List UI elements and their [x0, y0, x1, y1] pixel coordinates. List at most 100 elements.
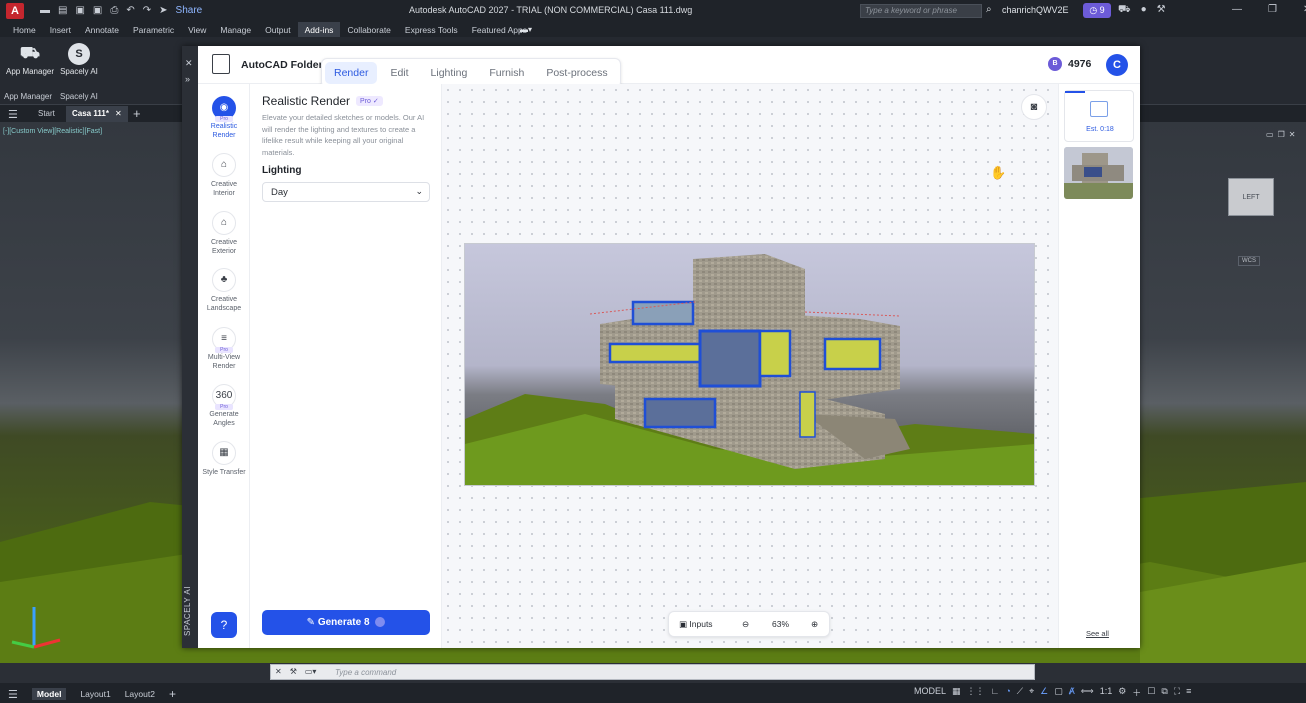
print-icon[interactable]: ⎙	[110, 5, 118, 16]
ribbon-tab-output[interactable]: Output	[258, 22, 298, 37]
tool-realistic-render[interactable]: ◉ Pro Realistic Render	[198, 96, 250, 140]
notification-badge[interactable]: ◷ 9	[1083, 3, 1111, 18]
folder-name[interactable]: AutoCAD Folder	[241, 59, 323, 71]
isodraft-icon[interactable]: ⟋	[1017, 686, 1023, 699]
command-line[interactable]: ✕ ⚒ ▭▾ Type a command	[270, 664, 1035, 680]
workspace-gear-icon[interactable]: ⚙	[1118, 686, 1126, 699]
saveas-icon[interactable]: ▣	[93, 5, 102, 16]
open-icon[interactable]: ▤	[58, 5, 67, 16]
model-space-toggle[interactable]: MODEL	[914, 686, 946, 699]
see-all-link[interactable]: See all	[1086, 629, 1109, 638]
hamburger-menu-icon[interactable]: ☰	[8, 108, 18, 121]
inputs-button[interactable]: ▣ Inputs	[679, 619, 713, 630]
osnap-icon[interactable]: ⌖	[1029, 686, 1034, 699]
command-input[interactable]: Type a command	[335, 668, 396, 677]
tools-icon[interactable]: ⚒	[1157, 4, 1166, 17]
user-menu[interactable]: chanrichQWV2E	[1002, 5, 1069, 15]
view-label[interactable]: [-][Custom View][Realistic][Fast]	[3, 128, 102, 135]
search-icon[interactable]: ⌕	[986, 4, 992, 15]
avatar[interactable]: C	[1106, 54, 1128, 76]
zoom-in-icon[interactable]: ⊕	[811, 619, 818, 630]
minimize-icon[interactable]: —	[1232, 4, 1242, 15]
search-input[interactable]: Type a keyword or phrase	[860, 4, 982, 18]
redo-icon[interactable]: ↷	[143, 5, 151, 16]
polar-icon[interactable]: ◔	[1005, 686, 1010, 699]
share-label[interactable]: Share	[176, 5, 203, 16]
save-icon[interactable]: ▣	[75, 5, 84, 16]
ribbon-tab-manage[interactable]: Manage	[213, 22, 258, 37]
tab-current-drawing[interactable]: Casa 111* ✕	[66, 106, 128, 122]
isolate-objects-icon[interactable]: ⧉	[1161, 686, 1167, 699]
annotation-visibility-icon[interactable]: Ⱥ	[1069, 686, 1075, 699]
ribbon-tab-add-ins[interactable]: Add-ins	[297, 22, 341, 37]
ribbon-tab-parametric[interactable]: Parametric	[126, 22, 181, 37]
credit-balance[interactable]: B 4976	[1048, 57, 1091, 71]
tab-furnish[interactable]: Furnish	[480, 62, 533, 84]
new-tab-icon[interactable]: +	[133, 106, 141, 121]
tab-layout1[interactable]: Layout1	[80, 689, 110, 699]
customize-icon[interactable]: ⚒	[290, 667, 297, 676]
generate-button[interactable]: ✎ Generate 8	[262, 610, 430, 635]
snap-icon[interactable]: ⋮⋮	[967, 686, 985, 699]
camera-icon[interactable]: ◙	[1021, 94, 1047, 120]
lighting-select[interactable]: Day ⌄	[262, 182, 430, 202]
tab-model[interactable]: Model	[31, 688, 67, 700]
tab-render[interactable]: Render	[325, 62, 378, 84]
ribbon-tab-collaborate[interactable]: Collaborate	[340, 22, 397, 37]
view-cube[interactable]: LEFT	[1228, 178, 1274, 216]
pending-render-card[interactable]: Est. 0:18	[1064, 90, 1134, 142]
tool-creative-landscape[interactable]: ♣ Creative Landscape	[198, 268, 250, 313]
ribbon-tab-express-tools[interactable]: Express Tools	[398, 22, 465, 37]
tool-style-transfer[interactable]: ▦ Style Transfer	[198, 441, 250, 477]
tool-label: Realistic Render	[210, 123, 238, 139]
tab-edit[interactable]: Edit	[381, 62, 417, 84]
clean-screen-icon[interactable]: ⛶	[1174, 686, 1180, 699]
tab-layout2[interactable]: Layout2	[125, 689, 155, 699]
undo-icon[interactable]: ↶	[126, 5, 134, 16]
app-manager-button[interactable]: ⛟ App Manager	[4, 43, 56, 76]
close-tab-icon[interactable]: ✕	[115, 109, 122, 118]
wcs-menu[interactable]: WCS	[1238, 256, 1260, 266]
help-button[interactable]: ?	[211, 612, 237, 638]
cart-icon[interactable]: ⛟	[1118, 4, 1131, 17]
image-icon: ▣	[679, 619, 690, 629]
restore-icon[interactable]: ❐	[1268, 4, 1277, 15]
vp-close-icon[interactable]: ✕	[1289, 130, 1296, 139]
ribbon-tab-home[interactable]: Home	[6, 22, 43, 37]
vp-minimize-icon[interactable]: ▭	[1266, 130, 1274, 139]
new-icon[interactable]: ▬	[40, 5, 50, 16]
tool-creative-exterior[interactable]: ⌂ Creative Exterior	[198, 211, 250, 256]
annotation-monitor-icon[interactable]: ＋	[1132, 686, 1141, 699]
vp-restore-icon[interactable]: ❐	[1278, 130, 1285, 139]
palette-close-icon[interactable]: ✕	[185, 58, 193, 69]
units-icon[interactable]: ☐	[1147, 686, 1155, 699]
tab-start[interactable]: Start	[38, 109, 55, 118]
annotation-scale[interactable]: 1:1	[1100, 686, 1113, 699]
zoom-out-icon[interactable]: ⊖	[742, 619, 749, 630]
help-icon[interactable]: ●	[1141, 4, 1147, 17]
tab-lighting[interactable]: Lighting	[422, 62, 477, 84]
ribbon-tab-view[interactable]: View	[181, 22, 213, 37]
hamburger-menu-icon[interactable]: ☰	[8, 688, 18, 701]
add-layout-icon[interactable]: +	[169, 687, 176, 701]
selection-cycling-icon[interactable]: ▢	[1054, 686, 1063, 699]
tool-multi-view-render[interactable]: ≡ Pro Multi-View Render	[198, 327, 250, 371]
share-icon[interactable]: ➤	[159, 5, 167, 16]
autocad-logo-icon[interactable]: A	[6, 3, 24, 19]
recent-commands-icon[interactable]: ▭▾	[305, 667, 317, 676]
palette-autohide-icon[interactable]: »	[185, 74, 190, 84]
ortho-icon[interactable]: ∟	[991, 686, 1000, 699]
history-thumbnail[interactable]	[1064, 147, 1133, 199]
ribbon-tab-annotate[interactable]: Annotate	[78, 22, 126, 37]
otrack-icon[interactable]: ∠	[1040, 686, 1048, 699]
tab-post-process[interactable]: Post-process	[537, 62, 616, 84]
customization-icon[interactable]: ≡	[1186, 686, 1191, 699]
autoscale-icon[interactable]: ⟺	[1081, 686, 1094, 699]
ribbon-tab-insert[interactable]: Insert	[43, 22, 78, 37]
tool-generate-angles[interactable]: 360 Pro Generate Angles	[198, 384, 250, 428]
close-icon[interactable]: ✕	[275, 667, 282, 676]
tool-creative-interior[interactable]: ⌂ Creative Interior	[198, 153, 250, 198]
ribbon-dropdown-icon[interactable]: ▬▾	[520, 25, 532, 34]
grid-icon[interactable]: ▦	[952, 686, 961, 699]
spacely-ai-button[interactable]: S Spacely AI	[56, 43, 102, 76]
